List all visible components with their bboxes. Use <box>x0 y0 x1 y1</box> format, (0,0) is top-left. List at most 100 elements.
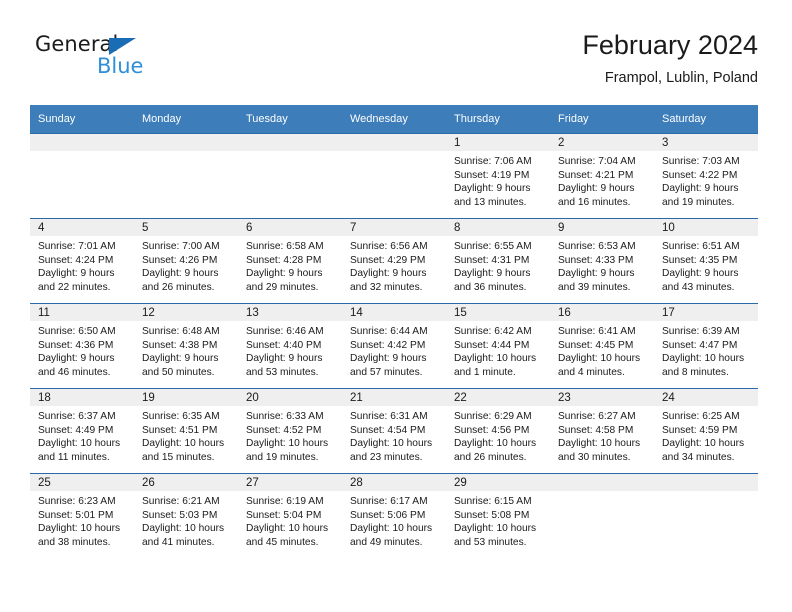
daylight-duration-line2: and 11 minutes. <box>38 451 110 463</box>
daylight-duration-line1: Daylight: 10 hours <box>454 353 537 365</box>
weekday-header-tuesday: Tuesday <box>238 105 342 134</box>
daylight-duration-line1: Daylight: 10 hours <box>454 438 537 450</box>
calendar-day-cell[interactable]: 15 Sunrise: 6:42 AM Sunset: 4:44 PM Dayligh… <box>446 303 550 389</box>
day-number: 2 <box>550 134 654 151</box>
calendar-day-cell[interactable]: 12 Sunrise: 6:48 AM Sunset: 4:38 PM Dayligh… <box>134 303 238 389</box>
sunrise-time: Sunrise: 6:37 AM <box>38 411 116 422</box>
general-blue-logo[interactable]: General Blue <box>35 32 195 88</box>
daylight-duration-line1: Daylight: 10 hours <box>38 438 121 450</box>
calendar-week-row: 4 Sunrise: 7:01 AM Sunset: 4:24 PM Daylight… <box>30 218 758 304</box>
calendar-day-cell[interactable]: 17 Sunrise: 6:39 AM Sunset: 4:47 PM Dayligh… <box>654 303 758 389</box>
day-details: Sunrise: 6:41 AM Sunset: 4:45 PM Daylight:… <box>550 321 654 379</box>
logo-text-blue: Blue <box>97 54 144 78</box>
calendar-day-cell-empty <box>654 473 758 558</box>
day-details: Sunrise: 7:06 AM Sunset: 4:19 PM Daylight:… <box>446 151 550 209</box>
sunset-time: Sunset: 4:22 PM <box>662 169 738 181</box>
sunrise-time: Sunrise: 6:42 AM <box>454 326 532 337</box>
calendar-day-cell[interactable]: 28 Sunrise: 6:17 AM Sunset: 5:06 PM Dayligh… <box>342 473 446 558</box>
calendar-day-cell[interactable]: 9 Sunrise: 6:53 AM Sunset: 4:33 PM Daylight… <box>550 218 654 304</box>
day-details: Sunrise: 6:46 AM Sunset: 4:40 PM Daylight:… <box>238 321 342 379</box>
daylight-duration-line1: Daylight: 9 hours <box>246 353 323 365</box>
daylight-duration-line1: Daylight: 9 hours <box>558 268 635 280</box>
sunset-time: Sunset: 4:38 PM <box>142 339 218 351</box>
day-number <box>134 134 238 151</box>
calendar-day-cell[interactable]: 22 Sunrise: 6:29 AM Sunset: 4:56 PM Dayligh… <box>446 388 550 474</box>
calendar-day-cell[interactable]: 29 Sunrise: 6:15 AM Sunset: 5:08 PM Dayligh… <box>446 473 550 558</box>
daylight-duration-line1: Daylight: 9 hours <box>350 353 427 365</box>
calendar-day-cell[interactable]: 18 Sunrise: 6:37 AM Sunset: 4:49 PM Dayligh… <box>30 388 134 474</box>
day-details: Sunrise: 6:35 AM Sunset: 4:51 PM Daylight:… <box>134 406 238 464</box>
sunrise-time: Sunrise: 6:58 AM <box>246 241 324 252</box>
weekday-header-monday: Monday <box>134 105 238 134</box>
calendar-day-cell[interactable]: 23 Sunrise: 6:27 AM Sunset: 4:58 PM Dayligh… <box>550 388 654 474</box>
calendar-day-cell[interactable]: 27 Sunrise: 6:19 AM Sunset: 5:04 PM Dayligh… <box>238 473 342 558</box>
daylight-duration-line2: and 30 minutes. <box>558 451 631 463</box>
daylight-duration-line2: and 43 minutes. <box>662 281 735 293</box>
day-number: 1 <box>446 134 550 151</box>
day-details <box>342 151 446 155</box>
day-number: 23 <box>550 389 654 406</box>
sunset-time: Sunset: 4:51 PM <box>142 424 218 436</box>
calendar-day-cell[interactable]: 7 Sunrise: 6:56 AM Sunset: 4:29 PM Daylight… <box>342 218 446 304</box>
sunset-time: Sunset: 4:59 PM <box>662 424 738 436</box>
day-details: Sunrise: 6:15 AM Sunset: 5:08 PM Daylight:… <box>446 491 550 549</box>
day-number: 16 <box>550 304 654 321</box>
daylight-duration-line1: Daylight: 10 hours <box>662 353 745 365</box>
day-details: Sunrise: 6:50 AM Sunset: 4:36 PM Daylight:… <box>30 321 134 379</box>
daylight-duration-line2: and 8 minutes. <box>662 366 729 378</box>
sunrise-time: Sunrise: 6:46 AM <box>246 326 324 337</box>
calendar-day-cell[interactable]: 4 Sunrise: 7:01 AM Sunset: 4:24 PM Daylight… <box>30 218 134 304</box>
day-number: 17 <box>654 304 758 321</box>
calendar-day-cell[interactable]: 10 Sunrise: 6:51 AM Sunset: 4:35 PM Dayligh… <box>654 218 758 304</box>
calendar-week-row: 25 Sunrise: 6:23 AM Sunset: 5:01 PM Dayligh… <box>30 473 758 558</box>
weekday-header-friday: Friday <box>550 105 654 134</box>
calendar-day-cell[interactable]: 14 Sunrise: 6:44 AM Sunset: 4:42 PM Dayligh… <box>342 303 446 389</box>
day-details: Sunrise: 6:51 AM Sunset: 4:35 PM Daylight:… <box>654 236 758 294</box>
daylight-duration-line2: and 1 minute. <box>454 366 516 378</box>
calendar-day-cell[interactable]: 2 Sunrise: 7:04 AM Sunset: 4:21 PM Daylight… <box>550 133 654 219</box>
calendar-day-cell[interactable]: 1 Sunrise: 7:06 AM Sunset: 4:19 PM Daylight… <box>446 133 550 219</box>
calendar-day-cell[interactable]: 19 Sunrise: 6:35 AM Sunset: 4:51 PM Dayligh… <box>134 388 238 474</box>
calendar-day-cell[interactable]: 21 Sunrise: 6:31 AM Sunset: 4:54 PM Dayligh… <box>342 388 446 474</box>
day-number: 9 <box>550 219 654 236</box>
calendar-page: General Blue February 2024 Frampol, Lubl… <box>0 0 792 612</box>
sunrise-time: Sunrise: 6:56 AM <box>350 241 428 252</box>
daylight-duration-line1: Daylight: 9 hours <box>246 268 323 280</box>
calendar-header-row: Sunday Monday Tuesday Wednesday Thursday… <box>30 105 758 134</box>
daylight-duration-line2: and 49 minutes. <box>350 536 423 548</box>
calendar-day-cell[interactable]: 25 Sunrise: 6:23 AM Sunset: 5:01 PM Dayligh… <box>30 473 134 558</box>
daylight-duration-line1: Daylight: 9 hours <box>662 268 739 280</box>
day-details: Sunrise: 6:31 AM Sunset: 4:54 PM Daylight:… <box>342 406 446 464</box>
daylight-duration-line2: and 39 minutes. <box>558 281 631 293</box>
calendar-day-cell[interactable]: 8 Sunrise: 6:55 AM Sunset: 4:31 PM Daylight… <box>446 218 550 304</box>
calendar-day-cell[interactable]: 16 Sunrise: 6:41 AM Sunset: 4:45 PM Dayligh… <box>550 303 654 389</box>
sunset-time: Sunset: 4:40 PM <box>246 339 322 351</box>
sunrise-time: Sunrise: 6:44 AM <box>350 326 428 337</box>
calendar-day-cell[interactable]: 20 Sunrise: 6:33 AM Sunset: 4:52 PM Dayligh… <box>238 388 342 474</box>
calendar-day-cell[interactable]: 13 Sunrise: 6:46 AM Sunset: 4:40 PM Dayligh… <box>238 303 342 389</box>
calendar-day-cell[interactable]: 3 Sunrise: 7:03 AM Sunset: 4:22 PM Daylight… <box>654 133 758 219</box>
calendar-day-cell[interactable]: 24 Sunrise: 6:25 AM Sunset: 4:59 PM Dayligh… <box>654 388 758 474</box>
calendar-day-cell[interactable]: 5 Sunrise: 7:00 AM Sunset: 4:26 PM Daylight… <box>134 218 238 304</box>
day-details: Sunrise: 6:29 AM Sunset: 4:56 PM Daylight:… <box>446 406 550 464</box>
daylight-duration-line2: and 36 minutes. <box>454 281 527 293</box>
calendar-day-cell[interactable]: 11 Sunrise: 6:50 AM Sunset: 4:36 PM Dayligh… <box>30 303 134 389</box>
day-number: 26 <box>134 474 238 491</box>
sunrise-time: Sunrise: 6:25 AM <box>662 411 740 422</box>
daylight-duration-line2: and 19 minutes. <box>246 451 319 463</box>
daylight-duration-line1: Daylight: 10 hours <box>142 523 225 535</box>
sunrise-time: Sunrise: 6:55 AM <box>454 241 532 252</box>
sunset-time: Sunset: 4:19 PM <box>454 169 530 181</box>
sunrise-time: Sunrise: 6:48 AM <box>142 326 220 337</box>
day-details: Sunrise: 6:27 AM Sunset: 4:58 PM Daylight:… <box>550 406 654 464</box>
daylight-duration-line1: Daylight: 9 hours <box>38 353 115 365</box>
day-number: 20 <box>238 389 342 406</box>
day-details: Sunrise: 6:25 AM Sunset: 4:59 PM Daylight:… <box>654 406 758 464</box>
daylight-duration-line2: and 57 minutes. <box>350 366 423 378</box>
day-details: Sunrise: 7:04 AM Sunset: 4:21 PM Daylight:… <box>550 151 654 209</box>
calendar-day-cell[interactable]: 26 Sunrise: 6:21 AM Sunset: 5:03 PM Dayligh… <box>134 473 238 558</box>
day-details: Sunrise: 6:48 AM Sunset: 4:38 PM Daylight:… <box>134 321 238 379</box>
calendar-day-cell[interactable]: 6 Sunrise: 6:58 AM Sunset: 4:28 PM Daylight… <box>238 218 342 304</box>
day-number: 18 <box>30 389 134 406</box>
day-details: Sunrise: 6:55 AM Sunset: 4:31 PM Daylight:… <box>446 236 550 294</box>
